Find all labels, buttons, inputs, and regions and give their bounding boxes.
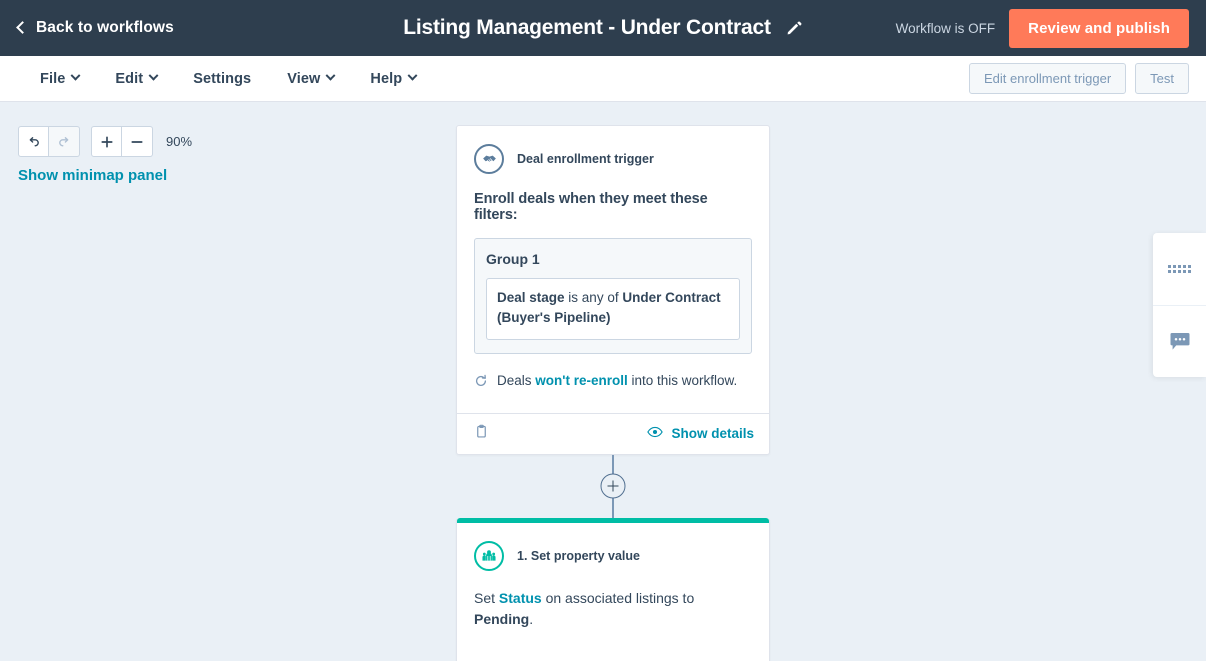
action-card-body: 1. Set property value Set Status on asso… (457, 523, 769, 661)
action-text-prefix: Set (474, 589, 499, 606)
redo-button[interactable] (49, 126, 80, 157)
add-action-button[interactable] (600, 473, 626, 499)
apps-grid-dots (1168, 265, 1191, 273)
action-card-label: 1. Set property value (517, 548, 640, 563)
menu-item-edit-label: Edit (115, 70, 144, 87)
menu-item-file-label: File (40, 70, 66, 87)
filter-property: Deal stage (497, 290, 565, 305)
review-and-publish-button[interactable]: Review and publish (1009, 8, 1189, 48)
filter-group: Group 1 Deal stage is any of Under Contr… (474, 238, 752, 354)
enrollment-question: Enroll deals when they meet these filter… (474, 191, 708, 223)
menu-item-settings-label: Settings (193, 70, 252, 87)
chevron-down-icon (407, 70, 418, 81)
zoom-out-button[interactable] (122, 126, 153, 157)
pencil-icon[interactable] (785, 19, 803, 37)
eye-icon (647, 426, 664, 441)
reenrollment-row: Deals won't re-enroll into this workflow… (474, 373, 752, 413)
filter-operator: is any of (564, 290, 623, 305)
zoom-button-group (91, 126, 153, 157)
show-minimap-panel-link[interactable]: Show minimap panel (18, 167, 167, 184)
edit-enrollment-trigger-button[interactable]: Edit enrollment trigger (968, 63, 1127, 94)
action-description: Set Status on associated listings to Pen… (474, 588, 752, 654)
clipboard-icon[interactable] (474, 424, 489, 444)
enrollment-trigger-label: Deal enrollment trigger (517, 152, 654, 166)
back-to-workflows-link[interactable]: Back to workflows (16, 19, 174, 37)
zoom-in-button[interactable] (91, 126, 122, 157)
reenrollment-suffix: into this workflow. (627, 372, 738, 388)
workflow-canvas[interactable]: 90% Show minimap panel Deal enrollment t… (0, 102, 1206, 661)
canvas-zoom-tools: 90% (18, 126, 192, 157)
menu-item-view[interactable]: View (269, 65, 352, 93)
menu-items: File Edit Settings View Help (22, 65, 434, 93)
chat-bubble-icon[interactable] (1153, 305, 1206, 377)
filter-criterion[interactable]: Deal stage is any of Under Contract (Buy… (486, 278, 740, 340)
undo-redo-group (18, 126, 80, 157)
show-details-label: Show details (671, 426, 754, 441)
filter-group-title: Group 1 (486, 251, 540, 267)
top-bar: Back to workflows Listing Management - U… (0, 0, 1206, 56)
chevron-down-icon (325, 70, 336, 81)
page-title: Listing Management - Under Contract (403, 16, 771, 39)
workflow-node-column: Deal enrollment trigger Enroll deals whe… (456, 125, 770, 661)
reenrollment-text: Deals won't re-enroll into this workflow… (497, 373, 737, 388)
enrollment-trigger-header: Deal enrollment trigger (474, 144, 752, 174)
menu-bar: File Edit Settings View Help Edit enroll… (0, 56, 1206, 102)
test-button[interactable]: Test (1135, 63, 1189, 94)
apps-grid-icon[interactable] (1153, 233, 1206, 305)
menu-item-help-label: Help (370, 70, 403, 87)
enrollment-trigger-body: Deal enrollment trigger Enroll deals whe… (457, 126, 769, 413)
show-details-button[interactable]: Show details (647, 426, 754, 441)
side-tools-panel (1153, 233, 1206, 377)
menu-item-file[interactable]: File (22, 65, 97, 93)
action-property-link[interactable]: Status (499, 590, 542, 606)
reenrollment-prefix: Deals (497, 372, 536, 388)
node-connector (456, 454, 770, 518)
refresh-icon (474, 373, 488, 391)
enrollment-trigger-card[interactable]: Deal enrollment trigger Enroll deals whe… (456, 125, 770, 455)
chevron-left-icon (16, 21, 29, 34)
menu-item-edit[interactable]: Edit (97, 65, 175, 93)
action-text-suffix: . (529, 610, 534, 627)
topbar-actions: Workflow is OFF Review and publish (896, 0, 1189, 56)
set-property-value-card[interactable]: 1. Set property value Set Status on asso… (456, 517, 770, 661)
zoom-level-label: 90% (166, 134, 193, 149)
action-card-header: 1. Set property value (474, 540, 752, 571)
action-value: Pending (474, 610, 530, 627)
menu-item-help[interactable]: Help (352, 65, 434, 93)
action-text-middle: on associated listings to (541, 589, 695, 606)
menu-item-view-label: View (287, 70, 321, 87)
workflow-status-text: Workflow is OFF (895, 20, 996, 36)
chevron-down-icon (148, 70, 159, 81)
menubar-actions: Edit enrollment trigger Test (968, 63, 1189, 94)
enrollment-trigger-footer: Show details (457, 412, 769, 454)
menu-item-settings[interactable]: Settings (175, 65, 269, 93)
contacts-icon (474, 540, 504, 571)
reenrollment-link[interactable]: won't re-enroll (535, 373, 627, 388)
undo-button[interactable] (18, 126, 49, 157)
action-card-spacer (474, 654, 752, 661)
chevron-down-icon (70, 70, 81, 81)
handshake-icon (474, 144, 504, 174)
back-to-workflows-label: Back to workflows (36, 19, 174, 36)
